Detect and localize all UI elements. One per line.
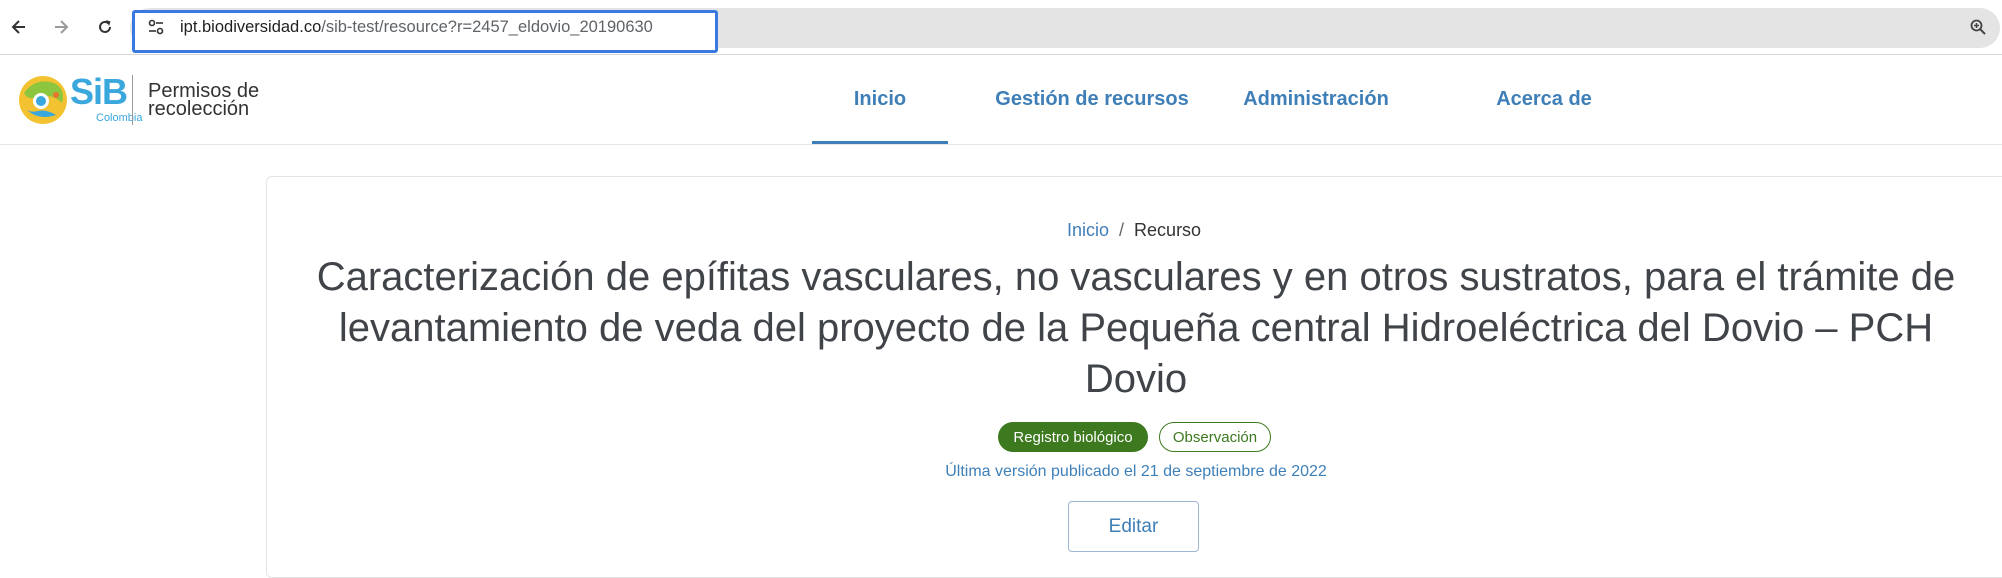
arrow-right-icon[interactable] <box>46 12 76 42</box>
tag-registro-biologico: Registro biológico <box>998 422 1148 452</box>
zoom-icon[interactable] <box>1966 15 1990 39</box>
nav-item-gestion-recursos[interactable]: Gestión de recursos <box>980 55 1204 144</box>
logo-line-2: recolección <box>148 98 250 120</box>
logo-divider <box>132 75 133 125</box>
browser-toolbar: ipt.biodiversidad.co/sib-test/resource?r… <box>0 0 2002 55</box>
breadcrumb-home-link[interactable]: Inicio <box>1067 220 1109 240</box>
url-host: ipt.biodiversidad.co <box>180 18 322 36</box>
breadcrumb-current: Recurso <box>1134 220 1202 240</box>
logo-sib-text: SiB <box>70 71 128 112</box>
tag-observacion: Observación <box>1159 422 1271 452</box>
tune-icon[interactable] <box>144 15 168 39</box>
nav-item-administracion[interactable]: Administración <box>1236 55 1396 144</box>
url-path: /sib-test/resource?r=2457_eldovio_201906… <box>321 18 653 36</box>
site-header: SiB Colombia Permisos de recolección Ini… <box>0 55 2002 145</box>
version-info: Última versión publicado el 21 de septie… <box>945 463 1327 480</box>
logo-colombia-text: Colombia <box>96 112 143 124</box>
url-text[interactable]: ipt.biodiversidad.co/sib-test/resource?r… <box>180 15 653 39</box>
reload-icon[interactable] <box>90 12 120 42</box>
nav-item-acerca-de[interactable]: Acerca de <box>1480 55 1608 144</box>
nav-item-inicio[interactable]: Inicio <box>812 55 948 144</box>
resource-title: Caracterización de epífitas vasculares, … <box>316 255 1956 401</box>
breadcrumb: Inicio / Recurso <box>1067 220 1201 241</box>
edit-button[interactable]: Editar <box>1068 501 1199 552</box>
breadcrumb-separator: / <box>1119 220 1125 240</box>
logo-app-name[interactable]: Permisos de recolección <box>148 81 268 120</box>
arrow-left-icon[interactable] <box>4 12 34 42</box>
sib-logo-icon[interactable] <box>16 73 70 127</box>
